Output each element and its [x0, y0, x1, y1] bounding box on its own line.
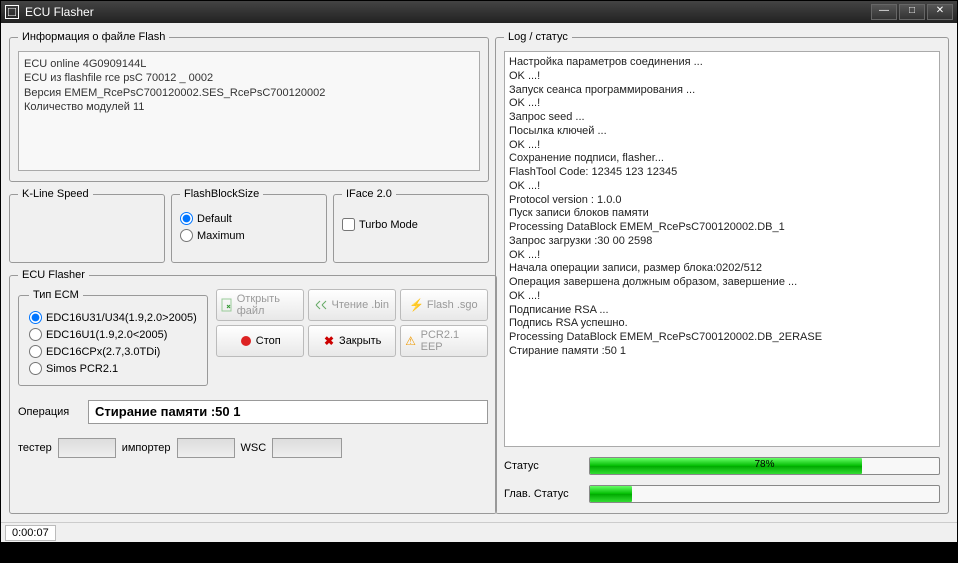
flash-info-line: ECU из flashfile rce psC 70012 _ 0002	[24, 71, 474, 85]
titlebar: ECU Flasher — □ ✕	[1, 1, 957, 23]
flash-info-line: Версия EMEM_RcePsC700120002.SES_RcePsC70…	[24, 86, 474, 100]
flash-info-legend: Информация о файле Flash	[18, 31, 169, 43]
pcr-eep-button[interactable]: ⚠ PCR2.1 EEP	[400, 325, 488, 357]
ecm-option-label: EDC16CPx(2.7,3.0TDi)	[46, 346, 160, 358]
flash-info-line: ECU online 4G0909144L	[24, 57, 474, 71]
button-label: Закрыть	[339, 335, 381, 347]
close-icon: ✖	[322, 334, 336, 348]
status-progress-bar	[590, 458, 862, 474]
flash-icon: ⚡	[410, 298, 424, 312]
close-button[interactable]: ✖ Закрыть	[308, 325, 396, 357]
button-label: Flash .sgo	[427, 299, 478, 311]
flash-info-line: Количество модулей 11	[24, 100, 474, 114]
status-label: Статус	[504, 460, 579, 472]
button-label: Стоп	[256, 335, 281, 347]
elapsed-time: 0:00:07	[5, 525, 56, 541]
log-output: Настройка параметров соединения ... OK .…	[504, 51, 940, 447]
operation-field: Стирание памяти :50 1	[88, 400, 488, 424]
tester-input[interactable]	[58, 438, 116, 458]
main-status-progress	[589, 485, 940, 503]
ecm-option-label: Simos PCR2.1	[46, 363, 118, 375]
turbo-mode-checkbox[interactable]	[342, 218, 355, 231]
log-status-group: Log / статус Настройка параметров соедин…	[495, 31, 949, 514]
ecm-option-1[interactable]	[29, 328, 42, 341]
wsc-label: WSC	[241, 442, 267, 454]
status-progress: 78%	[589, 457, 940, 475]
tester-label: тестер	[18, 442, 52, 454]
operation-label: Операция	[18, 406, 80, 418]
minimize-button[interactable]: —	[871, 4, 897, 20]
main-status-progress-bar	[590, 486, 632, 502]
ecm-option-0[interactable]	[29, 311, 42, 324]
button-label: PCR2.1 EEP	[421, 329, 484, 353]
ecm-option-2[interactable]	[29, 345, 42, 358]
wsc-input[interactable]	[272, 438, 342, 458]
fbs-maximum-label: Maximum	[197, 230, 245, 242]
flash-sgo-button[interactable]: ⚡ Flash .sgo	[400, 289, 488, 321]
kline-legend: K-Line Speed	[18, 188, 93, 200]
ecu-flasher-legend: ECU Flasher	[18, 269, 89, 281]
close-window-button[interactable]: ✕	[927, 4, 953, 20]
fbs-default-radio[interactable]	[180, 212, 193, 225]
button-label: Открыть файл	[237, 293, 300, 317]
ecu-flasher-group: ECU Flasher Тип ECM EDC16U31/U34(1.9,2.0…	[9, 269, 497, 514]
fbs-maximum-radio[interactable]	[180, 229, 193, 242]
kline-speed-group: K-Line Speed	[9, 188, 165, 263]
iface-legend: IFace 2.0	[342, 188, 396, 200]
status-percent: 78%	[754, 459, 774, 470]
flash-info-group: Информация о файле Flash ECU online 4G09…	[9, 31, 489, 182]
app-window: ECU Flasher — □ ✕ Информация о файле Fla…	[0, 0, 958, 543]
ecm-option-label: EDC16U31/U34(1.9,2.0>2005)	[46, 312, 197, 324]
read-icon	[314, 298, 328, 312]
stop-button[interactable]: Стоп	[216, 325, 304, 357]
fbs-legend: FlashBlockSize	[180, 188, 263, 200]
file-icon	[220, 298, 234, 312]
ecm-type-group: Тип ECM EDC16U31/U34(1.9,2.0>2005) EDC16…	[18, 289, 208, 386]
ecm-option-label: EDC16U1(1.9,2.0<2005)	[46, 329, 167, 341]
flashblocksize-group: FlashBlockSize Default Maximum	[171, 188, 327, 263]
maximize-button[interactable]: □	[899, 4, 925, 20]
iface-group: IFace 2.0 Turbo Mode	[333, 188, 489, 263]
ecm-option-3[interactable]	[29, 362, 42, 375]
open-file-button[interactable]: Открыть файл	[216, 289, 304, 321]
warning-icon: ⚠	[404, 334, 418, 348]
importer-label: импортер	[122, 442, 171, 454]
window-title: ECU Flasher	[25, 5, 871, 19]
read-bin-button[interactable]: Чтение .bin	[308, 289, 396, 321]
stop-icon	[239, 334, 253, 348]
main-status-label: Глав. Статус	[504, 488, 579, 500]
turbo-mode-label: Turbo Mode	[359, 219, 418, 231]
fbs-default-label: Default	[197, 213, 232, 225]
button-label: Чтение .bin	[331, 299, 389, 311]
flash-info-text: ECU online 4G0909144L ECU из flashfile r…	[18, 51, 480, 171]
app-icon	[5, 5, 19, 19]
ecm-type-legend: Тип ECM	[29, 289, 83, 301]
importer-input[interactable]	[177, 438, 235, 458]
status-bar: 0:00:07	[1, 522, 957, 542]
log-legend: Log / статус	[504, 31, 572, 43]
